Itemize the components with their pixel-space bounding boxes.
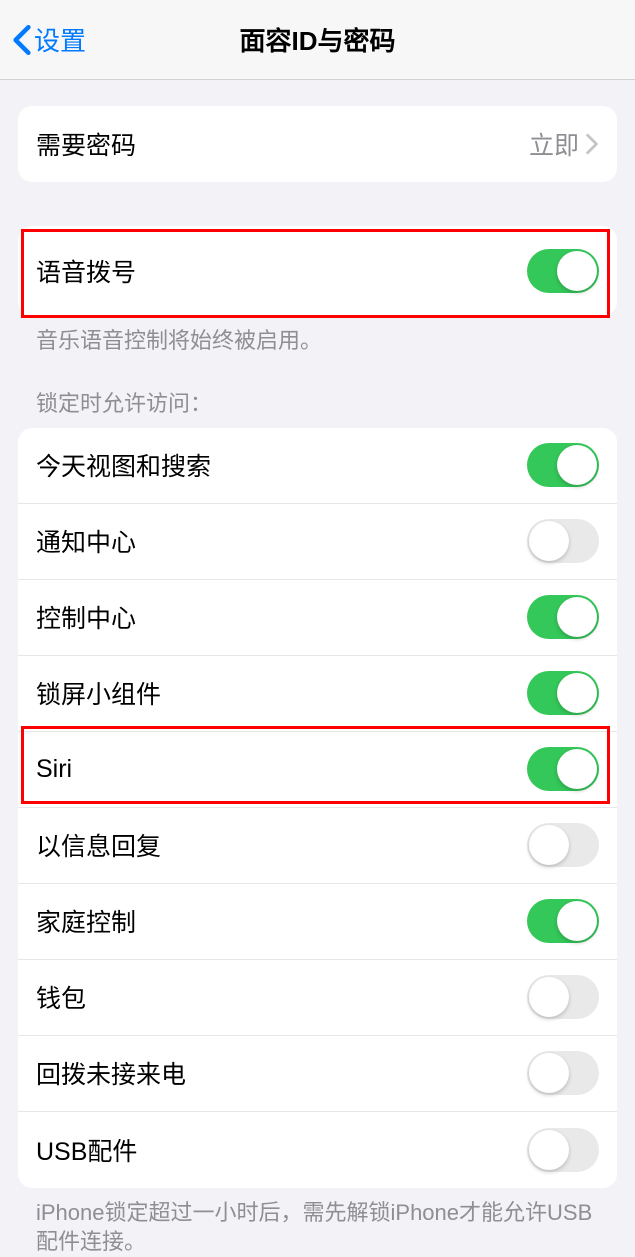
lock-access-toggle[interactable] (527, 671, 599, 715)
back-label: 设置 (34, 21, 86, 58)
lock-access-label: 控制中心 (36, 599, 136, 635)
chevron-left-icon (12, 24, 32, 56)
lock-access-row: 家庭控制 (18, 884, 617, 960)
lock-access-row: 锁屏小组件 (18, 656, 617, 732)
lock-access-label: 今天视图和搜索 (36, 447, 211, 483)
lock-access-row: 回拨未接来电 (18, 1036, 617, 1112)
voice-dial-label: 语音拨号 (36, 253, 136, 289)
voice-dial-footer: 音乐语音控制将始终被启用。 (18, 316, 617, 356)
lock-access-toggle[interactable] (527, 443, 599, 487)
back-button[interactable]: 设置 (12, 21, 86, 58)
lock-access-footer: iPhone锁定超过一小时后，需先解锁iPhone才能允许USB配件连接。 (18, 1188, 617, 1257)
navbar: 设置 面容ID与密码 (0, 0, 635, 80)
lock-access-row: 控制中心 (18, 580, 617, 656)
lock-access-row: Siri (18, 732, 617, 808)
require-passcode-label: 需要密码 (36, 126, 136, 162)
lock-access-label: 家庭控制 (36, 903, 136, 939)
lock-access-toggle[interactable] (527, 1051, 599, 1095)
require-passcode-row[interactable]: 需要密码 立即 (18, 106, 617, 182)
lock-access-row: 以信息回复 (18, 808, 617, 884)
passcode-card: 需要密码 立即 (18, 106, 617, 182)
lock-access-label: 回拨未接来电 (36, 1055, 186, 1091)
lock-access-label: 以信息回复 (36, 827, 161, 863)
lock-access-toggle[interactable] (527, 747, 599, 791)
page-title: 面容ID与密码 (239, 21, 395, 58)
lock-access-label: 通知中心 (36, 523, 136, 559)
lock-access-row: 通知中心 (18, 504, 617, 580)
voice-dial-toggle[interactable] (527, 249, 599, 293)
lock-access-toggle[interactable] (527, 975, 599, 1019)
lock-access-toggle[interactable] (527, 899, 599, 943)
lock-access-label: 钱包 (36, 979, 86, 1015)
lock-access-card: 今天视图和搜索通知中心控制中心锁屏小组件 Siri 以信息回复家庭控制钱包回拨未接来… (18, 428, 617, 1188)
lock-access-header: 锁定时允许访问： (18, 386, 617, 428)
voice-dial-row: 语音拨号 (18, 226, 617, 316)
lock-access-row: 钱包 (18, 960, 617, 1036)
lock-access-toggle[interactable] (527, 823, 599, 867)
lock-access-toggle[interactable] (527, 595, 599, 639)
lock-access-toggle[interactable] (527, 519, 599, 563)
require-passcode-value: 立即 (529, 126, 579, 162)
voice-dial-card: 语音拨号 (18, 226, 617, 316)
lock-access-label: Siri (36, 755, 72, 784)
lock-access-label: USB配件 (36, 1132, 137, 1168)
lock-access-row: USB配件 (18, 1112, 617, 1188)
lock-access-toggle[interactable] (527, 1128, 599, 1172)
lock-access-label: 锁屏小组件 (36, 675, 161, 711)
lock-access-row: 今天视图和搜索 (18, 428, 617, 504)
chevron-right-icon (585, 133, 599, 155)
content: 需要密码 立即 语音拨号 音乐语音控制将始终被启用。 锁定时允许访问： 今天 (0, 106, 635, 1257)
